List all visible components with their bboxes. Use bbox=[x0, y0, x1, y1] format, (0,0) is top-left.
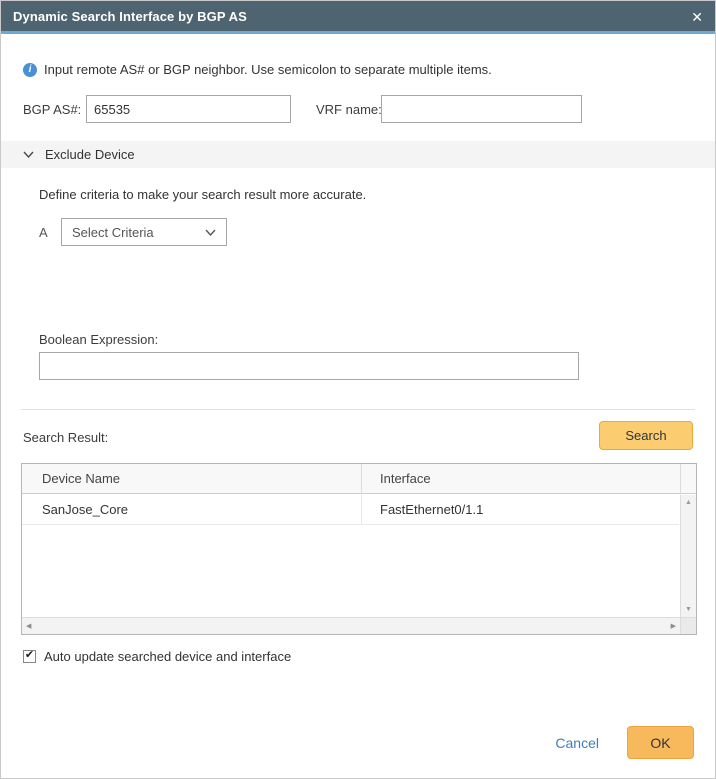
criteria-hint-text: Define criteria to make your search resu… bbox=[39, 187, 366, 202]
auto-update-checkbox[interactable]: ✔ bbox=[23, 650, 36, 663]
ok-button[interactable]: OK bbox=[627, 726, 694, 759]
vrf-name-label: VRF name: bbox=[316, 102, 382, 117]
scroll-up-icon[interactable]: ▲ bbox=[685, 499, 692, 506]
horizontal-scrollbar[interactable]: ◀ ▶ bbox=[22, 617, 680, 634]
column-header-device-name: Device Name bbox=[22, 464, 362, 493]
select-criteria-value: Select Criteria bbox=[72, 225, 154, 240]
criteria-row-letter: A bbox=[39, 225, 48, 240]
cell-device-name: SanJose_Core bbox=[22, 495, 362, 524]
table-row[interactable]: SanJose_Core FastEthernet0/1.1 bbox=[22, 495, 679, 525]
boolean-expression-label: Boolean Expression: bbox=[39, 332, 158, 347]
bgp-as-label: BGP AS#: bbox=[23, 102, 81, 117]
search-result-table: Device Name Interface SanJose_Core FastE… bbox=[21, 463, 697, 635]
dialog-header: Dynamic Search Interface by BGP AS ✕ bbox=[1, 1, 715, 34]
scroll-right-icon[interactable]: ▶ bbox=[671, 622, 676, 630]
column-header-interface: Interface bbox=[362, 464, 680, 493]
section-divider bbox=[21, 409, 695, 410]
cancel-button[interactable]: Cancel bbox=[555, 735, 599, 751]
info-message-row: i Input remote AS# or BGP neighbor. Use … bbox=[23, 62, 492, 77]
close-icon[interactable]: ✕ bbox=[691, 1, 703, 34]
chevron-down-icon bbox=[205, 229, 216, 236]
dynamic-search-dialog: Dynamic Search Interface by BGP AS ✕ i I… bbox=[0, 0, 716, 779]
scroll-down-icon[interactable]: ▼ bbox=[685, 606, 692, 613]
info-icon: i bbox=[23, 63, 37, 77]
scroll-left-icon[interactable]: ◀ bbox=[26, 622, 31, 630]
table-header-row: Device Name Interface bbox=[22, 464, 696, 494]
dialog-title: Dynamic Search Interface by BGP AS bbox=[13, 9, 247, 24]
checkmark-icon: ✔ bbox=[25, 650, 34, 661]
exclude-device-section-toggle[interactable]: Exclude Device bbox=[1, 141, 715, 168]
scrollbar-corner bbox=[680, 617, 696, 634]
info-message: Input remote AS# or BGP neighbor. Use se… bbox=[44, 62, 492, 77]
auto-update-label: Auto update searched device and interfac… bbox=[44, 649, 291, 664]
chevron-down-icon bbox=[23, 151, 34, 158]
search-button[interactable]: Search bbox=[599, 421, 693, 450]
vertical-scrollbar[interactable]: ▲ ▼ bbox=[680, 495, 696, 617]
boolean-expression-input[interactable] bbox=[39, 352, 579, 380]
select-criteria-dropdown[interactable]: Select Criteria bbox=[61, 218, 227, 246]
exclude-device-label: Exclude Device bbox=[45, 147, 135, 162]
bgp-as-input[interactable] bbox=[86, 95, 291, 123]
table-header-spacer bbox=[680, 464, 696, 493]
auto-update-checkbox-row[interactable]: ✔ Auto update searched device and interf… bbox=[23, 649, 291, 664]
cell-interface: FastEthernet0/1.1 bbox=[362, 495, 679, 524]
vrf-name-input[interactable] bbox=[381, 95, 582, 123]
search-result-label: Search Result: bbox=[23, 430, 108, 445]
dialog-footer: Cancel OK bbox=[555, 726, 694, 759]
